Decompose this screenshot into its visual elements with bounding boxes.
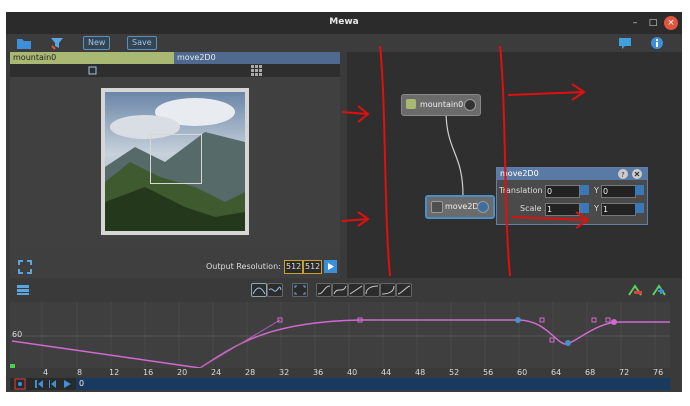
skip-start-icon[interactable] — [34, 379, 44, 389]
ease-s-button[interactable] — [332, 283, 348, 297]
fit-timeline-button[interactable] — [292, 283, 308, 297]
linear-button[interactable] — [348, 283, 364, 297]
x-tick-label: 4 — [43, 368, 49, 377]
curve-graph[interactable]: 60 — [10, 302, 670, 369]
delete-keyframe-icon[interactable] — [628, 284, 642, 296]
y-tick-label: 60 — [12, 330, 23, 339]
x-tick-label: 76 — [653, 368, 664, 377]
x-tick-label: 32 — [279, 368, 290, 377]
x-tick-label: 68 — [585, 368, 596, 377]
wave-mode-button[interactable] — [267, 283, 283, 297]
layers-icon[interactable] — [16, 284, 30, 296]
play-icon[interactable] — [62, 379, 72, 389]
step-back-icon[interactable] — [48, 379, 58, 389]
x-tick-label: 36 — [313, 368, 324, 377]
x-tick-label: 24 — [211, 368, 222, 377]
curve-mode-button[interactable] — [251, 283, 267, 297]
playback-bar: 0 — [10, 378, 670, 390]
x-tick-label: 12 — [109, 368, 120, 377]
x-tick-label: 72 — [619, 368, 630, 377]
smooth-button[interactable] — [396, 283, 412, 297]
ease-in-button[interactable] — [380, 283, 396, 297]
x-tick-label: 40 — [347, 368, 358, 377]
x-tick-label: 28 — [245, 368, 256, 377]
x-tick-label: 48 — [415, 368, 426, 377]
add-keyframe-icon[interactable] — [652, 284, 666, 296]
animation-curve — [10, 302, 670, 369]
red-annotations — [341, 45, 590, 277]
x-tick-label: 56 — [483, 368, 494, 377]
x-tick-label: 60 — [517, 368, 528, 377]
ease-out-button[interactable] — [364, 283, 380, 297]
ease-in-out-button[interactable] — [316, 283, 332, 297]
x-tick-label: 16 — [143, 368, 154, 377]
x-tick-label: 52 — [449, 368, 460, 377]
x-tick-label: 64 — [551, 368, 562, 377]
x-tick-label: 20 — [177, 368, 188, 377]
timeline-panel: 60 4 8 12 16 20 24 28 32 36 40 44 48 52 … — [6, 280, 682, 392]
x-tick-label: 8 — [77, 368, 83, 377]
app-window: Mewa – □ × New Save mountain0 move2D0 Ou… — [6, 12, 682, 392]
x-tick-label: 44 — [381, 368, 392, 377]
record-icon[interactable] — [14, 378, 26, 390]
current-frame-field[interactable]: 0 — [76, 378, 670, 390]
